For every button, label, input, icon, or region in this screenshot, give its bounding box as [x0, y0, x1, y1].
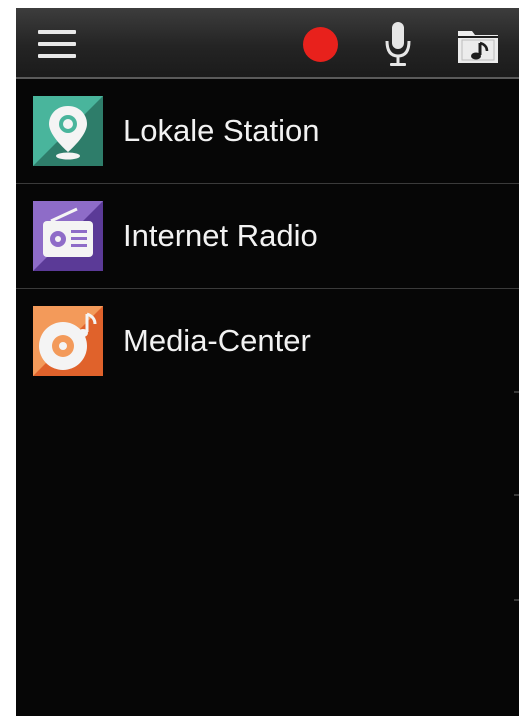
edge-tick: [514, 494, 519, 496]
music-folder-icon[interactable]: [456, 25, 500, 65]
list-item-lokale-station[interactable]: Lokale Station: [16, 79, 519, 184]
menu-list: Lokale Station Internet Radio Media-Cent…: [16, 79, 519, 393]
radio-icon: [33, 201, 103, 271]
hamburger-menu-icon[interactable]: [38, 30, 76, 58]
app-screen: Lokale Station Internet Radio Media-Cent…: [16, 8, 519, 716]
music-disc-icon: [33, 306, 103, 376]
list-item-label: Media-Center: [123, 323, 311, 358]
list-item-label: Internet Radio: [123, 218, 318, 253]
location-pin-icon: [33, 96, 103, 166]
edge-tick: [514, 599, 519, 601]
list-item-internet-radio[interactable]: Internet Radio: [16, 184, 519, 289]
microphone-icon[interactable]: [383, 20, 413, 70]
record-button[interactable]: [303, 27, 338, 62]
top-toolbar: [16, 8, 519, 79]
list-item-media-center[interactable]: Media-Center: [16, 289, 519, 393]
list-item-label: Lokale Station: [123, 113, 320, 148]
edge-tick: [514, 391, 519, 393]
